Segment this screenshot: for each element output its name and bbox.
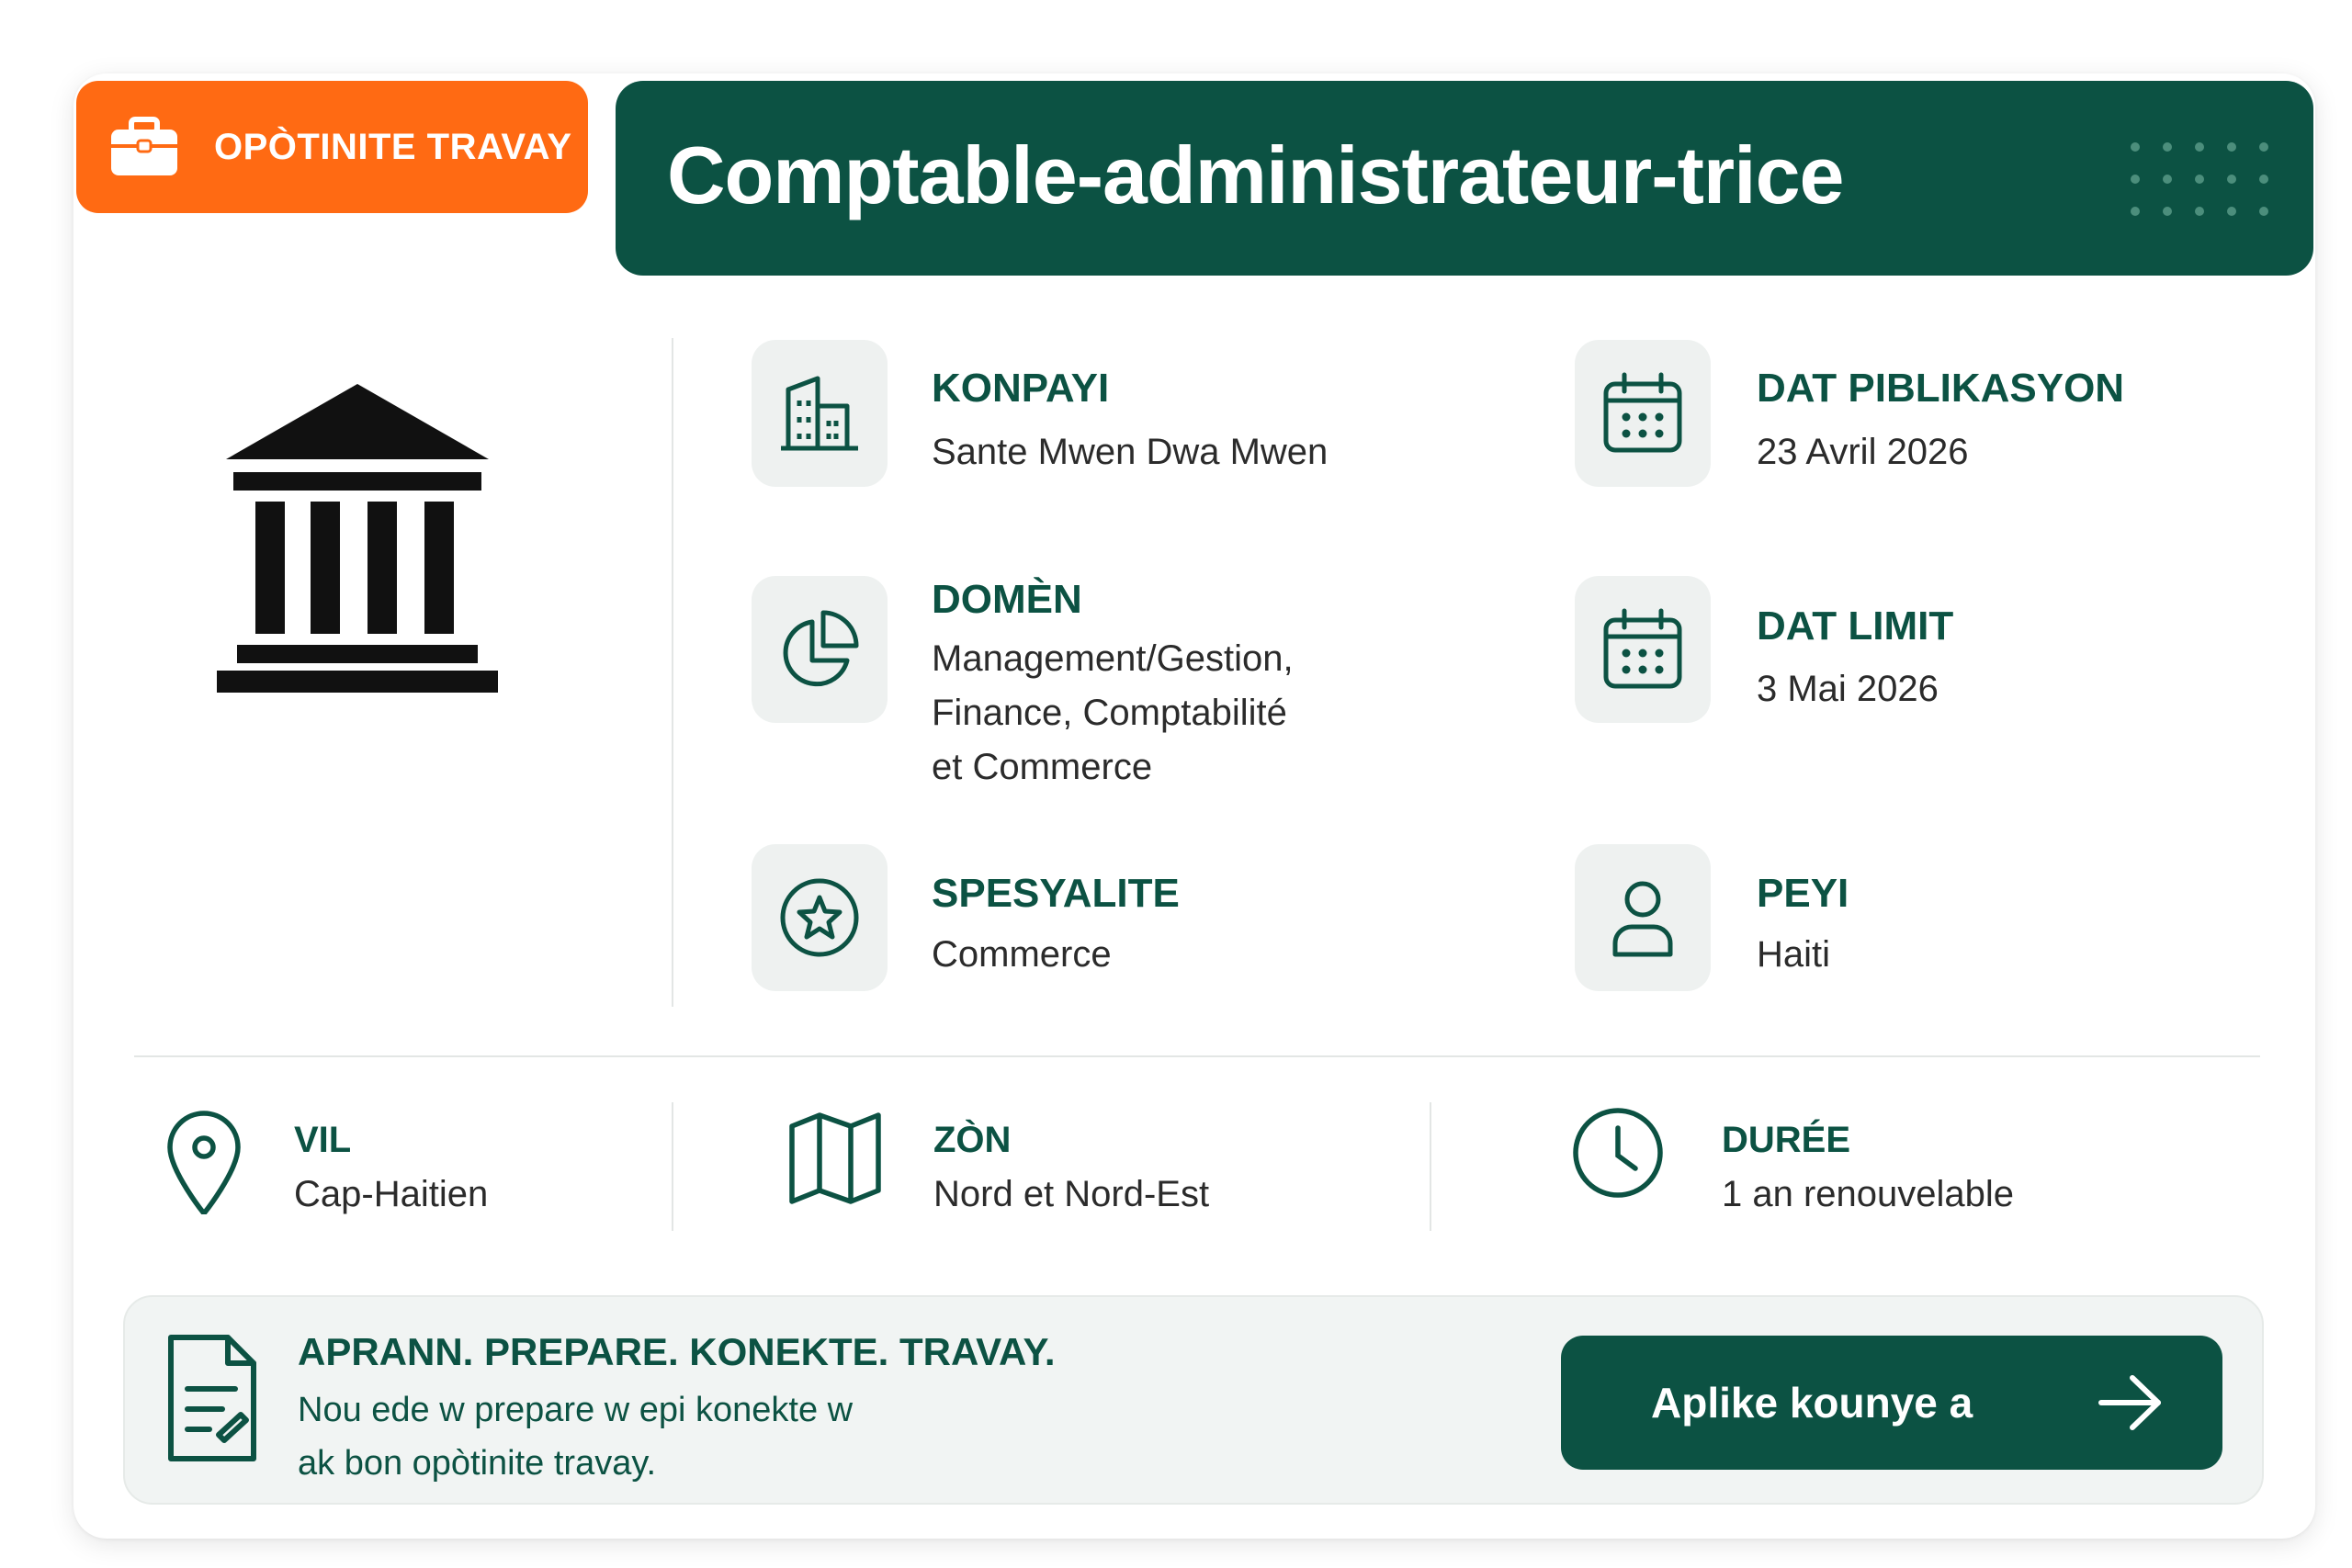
domain-value-line-2: Finance, Comptabilité	[932, 693, 1287, 733]
arrow-right-icon	[2098, 1375, 2161, 1430]
company-label: KONPAYI	[932, 366, 1110, 411]
pie-chart-icon	[783, 610, 859, 687]
deadline-label: DAT LIMIT	[1757, 604, 1954, 649]
calendar-icon	[1603, 372, 1682, 453]
job-title: Comptable-administrateur-trice	[667, 130, 1844, 220]
city-label: VIL	[294, 1120, 352, 1160]
apply-button-label: Aplike kounye a	[1651, 1379, 1973, 1427]
clock-icon	[1573, 1108, 1663, 1198]
zone-label: ZÒN	[933, 1120, 1012, 1160]
domain-value-line-3: et Commerce	[932, 747, 1153, 787]
published-icon-tile	[1575, 340, 1711, 487]
country-label: PEYI	[1757, 871, 1849, 916]
document-icon	[168, 1335, 256, 1461]
banner-heading: APRANN. PREPARE. KONEKTE. TRAVAY.	[298, 1330, 1056, 1373]
dot-grid-icon	[2131, 142, 2268, 216]
star-badge-icon	[780, 878, 859, 957]
logo-divider	[672, 338, 673, 1007]
duration-label: DURÉE	[1722, 1120, 1851, 1160]
domain-value-line-1: Management/Gestion,	[932, 638, 1294, 679]
map-pin-icon	[167, 1111, 241, 1214]
domain-label: DOMÈN	[932, 577, 1082, 622]
company-value: Sante Mwen Dwa Mwen	[932, 432, 1329, 472]
specialty-label: SPESYALITE	[932, 871, 1180, 916]
location-divider-2	[1430, 1102, 1431, 1231]
briefcase-icon	[111, 117, 177, 175]
country-value: Haiti	[1757, 934, 1831, 975]
specialty-icon-tile	[752, 844, 888, 991]
folded-map-icon	[789, 1112, 881, 1204]
cta-banner: APRANN. PREPARE. KONEKTE. TRAVAY. Nou ed…	[123, 1295, 2264, 1505]
apply-now-button[interactable]: Aplike kounye a	[1561, 1336, 2222, 1470]
company-icon-tile	[752, 340, 888, 487]
banner-subtext-line-2: ak bon opòtinite travay.	[298, 1444, 657, 1483]
job-opportunity-badge: OPÒTINITE TRAVAY	[76, 81, 588, 213]
zone-value: Nord et Nord-Est	[933, 1174, 1210, 1214]
published-label: DAT PIBLIKASYON	[1757, 366, 2125, 411]
government-building-icon	[217, 384, 498, 693]
specialty-value: Commerce	[932, 934, 1112, 975]
job-title-bar: Comptable-administrateur-trice	[616, 81, 2313, 276]
banner-subtext-line-1: Nou ede w prepare w epi konekte w	[298, 1391, 854, 1429]
office-building-icon	[781, 376, 858, 451]
badge-label: OPÒTINITE TRAVAY	[214, 126, 572, 167]
deadline-icon-tile	[1575, 576, 1711, 723]
person-icon	[1612, 881, 1673, 957]
section-divider	[134, 1055, 2260, 1057]
city-value: Cap-Haitien	[294, 1174, 489, 1214]
deadline-value: 3 Mai 2026	[1757, 669, 1939, 709]
calendar-icon	[1603, 608, 1682, 689]
domain-icon-tile	[752, 576, 888, 723]
duration-value: 1 an renouvelable	[1722, 1174, 2015, 1214]
published-value: 23 Avril 2026	[1757, 432, 1969, 472]
country-icon-tile	[1575, 844, 1711, 991]
location-divider-1	[672, 1102, 673, 1231]
